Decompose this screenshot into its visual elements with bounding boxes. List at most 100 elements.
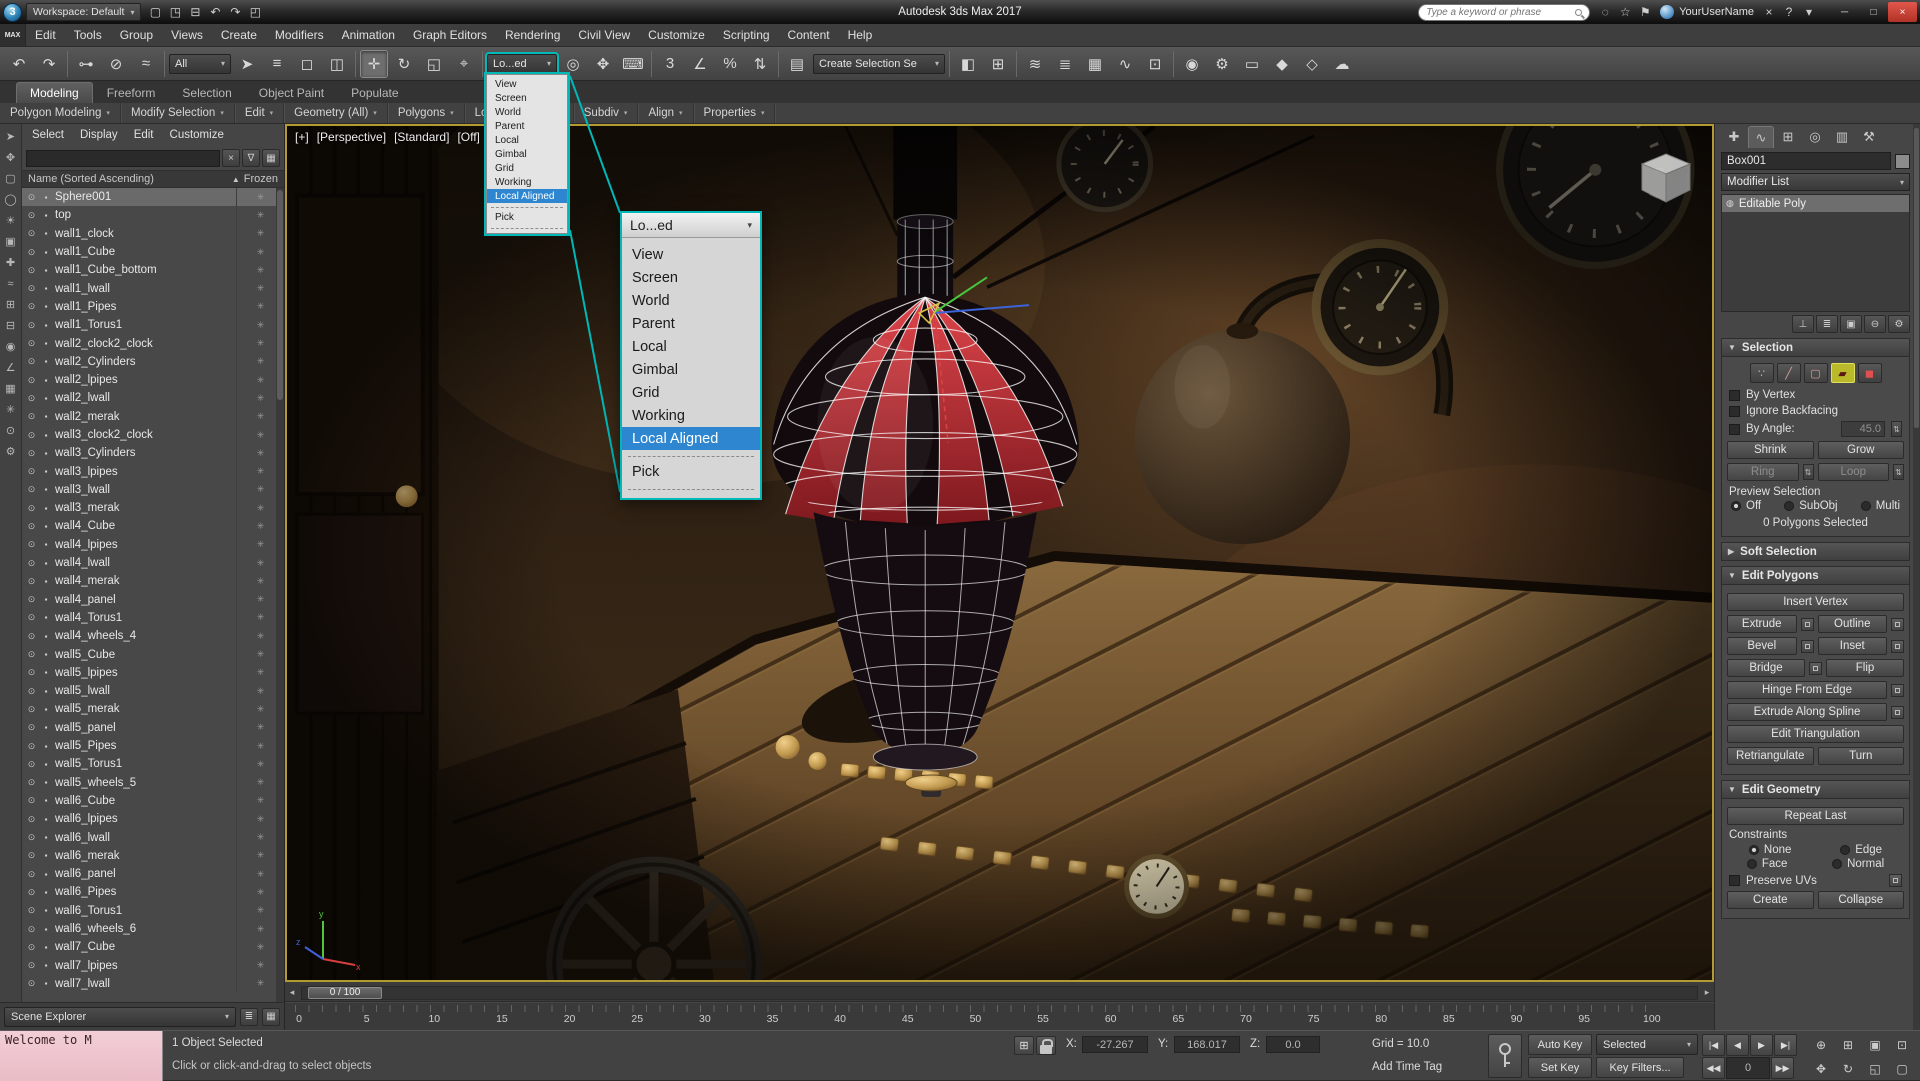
toggle-ribbon-icon[interactable]: ▦ <box>1081 50 1109 78</box>
ribbon-tab[interactable]: Populate <box>338 83 411 103</box>
border-mode-icon[interactable]: ▢ <box>1804 363 1828 383</box>
utilities-tab-icon[interactable]: ⚒ <box>1856 126 1882 148</box>
visibility-eye-icon[interactable]: ⊙ <box>26 667 37 678</box>
clear-search-button[interactable]: × <box>222 149 240 167</box>
object-name-field[interactable]: Box001 <box>1721 152 1891 170</box>
callout-dropdown-item[interactable]: Local <box>622 335 760 358</box>
menu-item[interactable]: Graph Editors <box>404 28 496 42</box>
previous-key-button[interactable]: ◀◀ <box>1702 1057 1725 1079</box>
ribbon-group[interactable]: Geometry (All)▾ <box>284 103 388 123</box>
column-chooser-button[interactable]: ▦ <box>262 149 280 167</box>
se-display-helpers-icon[interactable]: ✚ <box>1 252 21 273</box>
create-button[interactable]: Create <box>1727 891 1814 909</box>
scene-object-row[interactable]: ⊙ ▪ wall5_merak ✳ <box>22 700 284 718</box>
scene-object-row[interactable]: ⊙ ▪ wall4_wheels_4 ✳ <box>22 627 284 645</box>
auto-key-button[interactable]: Auto Key <box>1528 1034 1592 1055</box>
ring-button[interactable]: Ring <box>1727 463 1799 481</box>
y-coordinate-field[interactable]: 168.017 <box>1174 1036 1240 1053</box>
scene-object-row[interactable]: ⊙ ▪ wall3_lwall ✳ <box>22 481 284 499</box>
command-panel-scrollbar[interactable] <box>1913 124 1920 1030</box>
display-tab-icon[interactable]: ▥ <box>1829 126 1855 148</box>
window-crossing-toggle-icon[interactable]: ◫ <box>323 50 351 78</box>
se-display-containers-icon[interactable]: ▦ <box>1 378 21 399</box>
menu-item[interactable]: Scripting <box>714 28 779 42</box>
mirror-icon[interactable]: ◧ <box>954 50 982 78</box>
ribbon-tab[interactable]: Selection <box>169 83 244 103</box>
viewport-pov-menu[interactable]: [Perspective] <box>317 130 386 144</box>
menu-item[interactable]: Tools <box>65 28 111 42</box>
outline-button[interactable]: Outline <box>1818 615 1888 633</box>
render-production-icon[interactable]: ◆ <box>1268 50 1296 78</box>
orbit-icon[interactable]: ↻ <box>1835 1057 1861 1080</box>
collapse-button[interactable]: Collapse <box>1818 891 1905 909</box>
x-coordinate-field[interactable]: -27.267 <box>1082 1036 1148 1053</box>
element-mode-icon[interactable]: ◼ <box>1858 363 1882 383</box>
visibility-eye-icon[interactable]: ⊙ <box>26 631 37 642</box>
inset-button[interactable]: Inset <box>1818 637 1888 655</box>
scene-object-row[interactable]: ⊙ ▪ wall6_Cube ✳ <box>22 792 284 810</box>
se-display-xrefs-icon[interactable]: ⊟ <box>1 315 21 336</box>
set-keys-button[interactable] <box>1488 1034 1522 1078</box>
pan-icon[interactable]: ✥ <box>1808 1057 1834 1080</box>
scene-object-row[interactable]: ⊙ ▪ wall1_lwall ✳ <box>22 279 284 297</box>
menu-item[interactable]: Help <box>839 28 882 42</box>
visibility-eye-icon[interactable]: ⊙ <box>26 686 37 697</box>
percent-snap-icon[interactable]: % <box>716 50 744 78</box>
viewport-stereo-menu[interactable]: [Off] <box>457 130 479 144</box>
callout-dropdown-item[interactable]: Pick <box>622 460 760 483</box>
select-and-move-icon[interactable]: ✛ <box>360 50 388 78</box>
scene-object-row[interactable]: ⊙ ▪ wall6_lwall ✳ <box>22 828 284 846</box>
se-display-frozen-icon[interactable]: ✳ <box>1 399 21 420</box>
explorer-menu-item[interactable]: Customize <box>162 129 232 141</box>
motion-tab-icon[interactable]: ◎ <box>1802 126 1828 148</box>
modify-tab-icon[interactable]: ∿ <box>1748 126 1774 148</box>
select-and-scale-icon[interactable]: ◱ <box>420 50 448 78</box>
ribbon-group[interactable]: Edit▾ <box>235 103 284 123</box>
scene-object-row[interactable]: ⊙ ▪ wall7_Cube ✳ <box>22 938 284 956</box>
dropdown-item[interactable]: Gimbal <box>487 147 567 161</box>
community-icon[interactable]: ◌ <box>1595 2 1615 22</box>
ribbon-tab[interactable]: Modeling <box>16 82 93 103</box>
visibility-eye-icon[interactable]: ⊙ <box>26 210 37 221</box>
polygon-mode-icon[interactable]: ▰ <box>1831 363 1855 383</box>
reference-coordinate-system-combo[interactable]: Lo...ed ▾ <box>487 54 557 74</box>
scene-object-row[interactable]: ⊙ ▪ wall7_lpipes ✳ <box>22 956 284 974</box>
visibility-eye-icon[interactable]: ⊙ <box>26 832 37 843</box>
scene-object-row[interactable]: ⊙ ▪ wall6_wheels_6 ✳ <box>22 920 284 938</box>
se-display-groups-icon[interactable]: ⊞ <box>1 294 21 315</box>
visibility-eye-icon[interactable]: ⊙ <box>26 375 37 386</box>
visibility-eye-icon[interactable]: ⊙ <box>26 924 37 935</box>
menu-item[interactable]: Modifiers <box>266 28 333 42</box>
undo-icon[interactable]: ↶ <box>5 50 33 78</box>
scene-object-row[interactable]: ⊙ ▪ wall6_Torus1 ✳ <box>22 902 284 920</box>
callout-dropdown-item[interactable]: Local Aligned <box>622 427 760 450</box>
preview-subobj-radio[interactable] <box>1784 501 1794 511</box>
z-coordinate-field[interactable]: 0.0 <box>1266 1036 1320 1053</box>
previous-frame-arrow[interactable]: ◂ <box>285 985 299 1001</box>
key-filters-button[interactable]: Key Filters... <box>1596 1057 1684 1078</box>
explorer-layout-icon[interactable]: ▦ <box>262 1008 280 1026</box>
edit-polygons-rollout-header[interactable]: ▼ Edit Polygons <box>1721 566 1910 585</box>
retriangulate-button[interactable]: Retriangulate <box>1727 747 1814 765</box>
ribbon-group[interactable]: Polygon Modeling▾ <box>0 103 121 123</box>
se-display-materials-icon[interactable]: ◉ <box>1 336 21 357</box>
notifications-icon[interactable]: ⚑ <box>1635 2 1655 22</box>
visibility-eye-icon[interactable]: ⊙ <box>26 905 37 916</box>
menu-item[interactable]: Edit <box>26 28 65 42</box>
name-column-header[interactable]: Name (Sorted Ascending) <box>28 173 154 185</box>
se-settings-icon[interactable]: ⚙ <box>1 441 21 462</box>
visibility-eye-icon[interactable]: ⊙ <box>26 576 37 587</box>
scene-object-row[interactable]: ⊙ ▪ wall6_merak ✳ <box>22 847 284 865</box>
undo-quick-icon[interactable]: ↶ <box>205 2 225 22</box>
ribbon-group[interactable]: Modify Selection▾ <box>121 103 235 123</box>
dropdown-item[interactable]: Working <box>487 175 567 189</box>
visibility-eye-icon[interactable]: ⊙ <box>26 814 37 825</box>
exchange-apps-icon[interactable]: × <box>1759 2 1779 22</box>
next-key-button[interactable]: ▶▶ <box>1771 1057 1794 1079</box>
visibility-eye-icon[interactable]: ⊙ <box>26 484 37 495</box>
se-display-geometry-icon[interactable]: ▢ <box>1 168 21 189</box>
visibility-eye-icon[interactable]: ⊙ <box>26 283 37 294</box>
constraint-edge-radio[interactable] <box>1840 845 1850 855</box>
visibility-eye-icon[interactable]: ⊙ <box>26 759 37 770</box>
time-slider-track[interactable]: 0 / 100 <box>301 986 1698 1000</box>
